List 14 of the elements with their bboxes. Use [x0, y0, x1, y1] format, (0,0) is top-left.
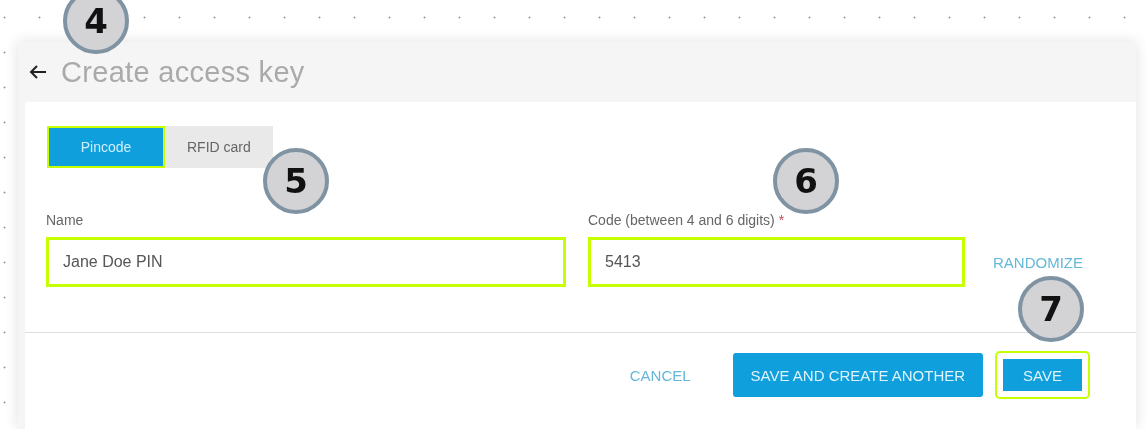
- tab[interactable]: Pincode: [47, 126, 165, 168]
- page-title: Create access key: [61, 55, 305, 89]
- input-field[interactable]: Jane Doe PIN: [46, 237, 566, 287]
- cancel-button[interactable]: CANCEL: [601, 353, 719, 397]
- tab[interactable]: RFID card: [165, 126, 273, 168]
- field-label: Name: [46, 212, 84, 228]
- required-mark: *: [778, 212, 785, 228]
- input-field[interactable]: 5413: [588, 237, 965, 287]
- back-arrow-icon[interactable]: [29, 64, 47, 80]
- field-label: Code (between 4 and 6 digits): [588, 212, 775, 228]
- callout-badge: 4: [63, 0, 129, 54]
- randomize-button[interactable]: RANDOMIZE: [993, 253, 1083, 271]
- save-button[interactable]: SAVE: [997, 353, 1088, 397]
- save-button[interactable]: SAVE AND CREATE ANOTHER: [732, 353, 984, 397]
